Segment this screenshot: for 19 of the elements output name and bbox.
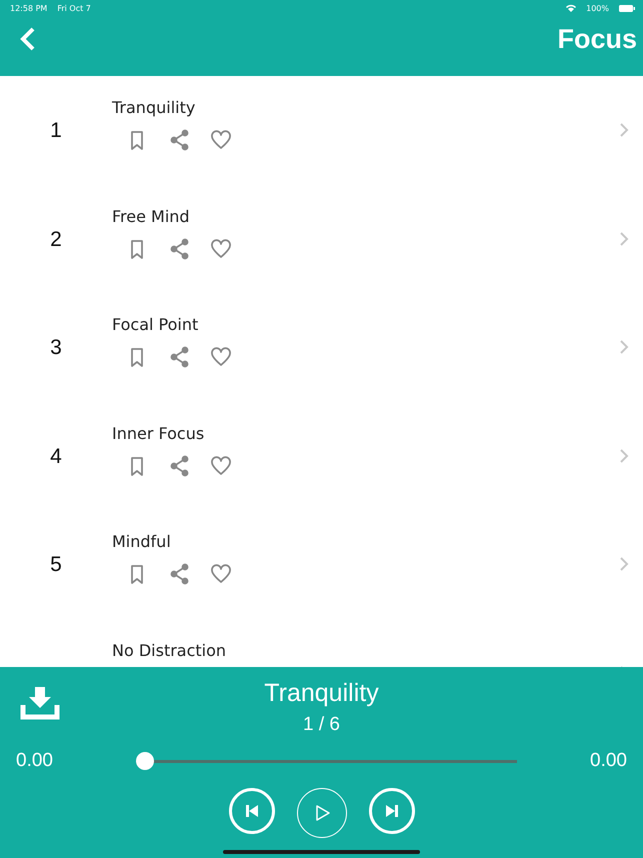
duration-time: 0.00 <box>589 750 627 772</box>
track-title[interactable]: No Distraction <box>112 640 226 660</box>
battery-percent: 100% <box>586 4 609 12</box>
track-position: 1 / 6 <box>303 714 340 736</box>
track-number: 3 <box>49 336 63 360</box>
track-title[interactable]: Free Mind <box>112 206 190 226</box>
now-playing-title: Tranquility <box>264 679 379 708</box>
track-title[interactable]: Focal Point <box>112 315 198 334</box>
track-number: 5 <box>49 553 63 577</box>
elapsed-time: 0.00 <box>16 750 54 772</box>
track-number: 4 <box>49 444 63 468</box>
track-title[interactable]: Mindful <box>112 532 171 551</box>
page-title: Focus <box>557 24 637 54</box>
track-number: 1 <box>49 119 63 143</box>
track-title[interactable]: Inner Focus <box>112 424 204 442</box>
status-time: 12:58 PM <box>10 4 48 12</box>
track-title[interactable]: Tranquility <box>112 98 196 117</box>
track-number: 2 <box>49 228 63 252</box>
status-date: Fri Oct 7 <box>57 4 91 12</box>
